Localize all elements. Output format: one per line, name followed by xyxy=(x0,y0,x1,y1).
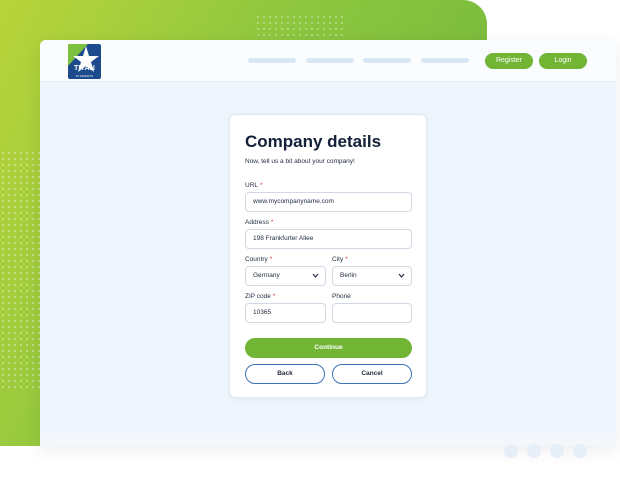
app-window: TITAN STUDENTS Register Login Company de… xyxy=(40,40,616,446)
country-label: Country * xyxy=(245,256,273,263)
required-marker: * xyxy=(345,256,348,263)
zip-label: ZIP code * xyxy=(245,293,276,300)
dot-pattern xyxy=(0,150,40,390)
decorative-dot xyxy=(550,444,564,458)
phone-field[interactable] xyxy=(332,303,412,323)
chevron-down-icon xyxy=(312,273,319,278)
phone-label: Phone xyxy=(332,293,351,300)
chevron-down-icon xyxy=(398,273,405,278)
dot-pattern xyxy=(255,14,345,38)
marketing-illustration: TITAN STUDENTS Register Login Company de… xyxy=(0,0,620,497)
city-select[interactable]: Berlin xyxy=(332,266,412,286)
country-value: Germany xyxy=(253,272,280,279)
company-details-card: Company details Now, tell us a bit about… xyxy=(229,114,427,398)
login-button[interactable]: Login xyxy=(539,53,587,69)
back-button[interactable]: Back xyxy=(245,364,325,384)
url-field[interactable]: www.mycompanyname.com xyxy=(245,192,412,212)
address-label: Address * xyxy=(245,219,274,226)
country-select[interactable]: Germany xyxy=(245,266,326,286)
continue-button[interactable]: Continue xyxy=(245,338,412,358)
decorative-dot xyxy=(504,444,518,458)
page-title: Company details xyxy=(245,132,382,151)
cancel-button[interactable]: Cancel xyxy=(332,364,412,384)
required-marker: * xyxy=(260,182,263,189)
page-subtitle: Now, tell us a bit about your company! xyxy=(245,158,355,165)
required-marker: * xyxy=(270,219,274,226)
city-value: Berlin xyxy=(340,272,357,279)
city-label: City * xyxy=(332,256,348,263)
logo-text: TITAN xyxy=(73,65,96,72)
decorative-dot xyxy=(573,444,587,458)
url-label: URL * xyxy=(245,182,263,189)
register-button[interactable]: Register xyxy=(485,53,533,69)
nav-link-placeholder[interactable] xyxy=(306,58,354,63)
nav-link-placeholder[interactable] xyxy=(421,58,469,63)
top-navigation-bar: TITAN STUDENTS Register Login xyxy=(40,40,616,82)
decorative-dot xyxy=(527,444,541,458)
required-marker: * xyxy=(272,293,276,300)
nav-link-placeholder[interactable] xyxy=(363,58,411,63)
address-field[interactable]: 198 Frankfurter Allee xyxy=(245,229,412,249)
nav-link-placeholder[interactable] xyxy=(248,58,296,63)
zip-field[interactable]: 10365 xyxy=(245,303,326,323)
logo-subtext: STUDENTS xyxy=(75,74,94,78)
titan-students-logo[interactable]: TITAN STUDENTS xyxy=(68,44,101,79)
required-marker: * xyxy=(269,256,273,263)
